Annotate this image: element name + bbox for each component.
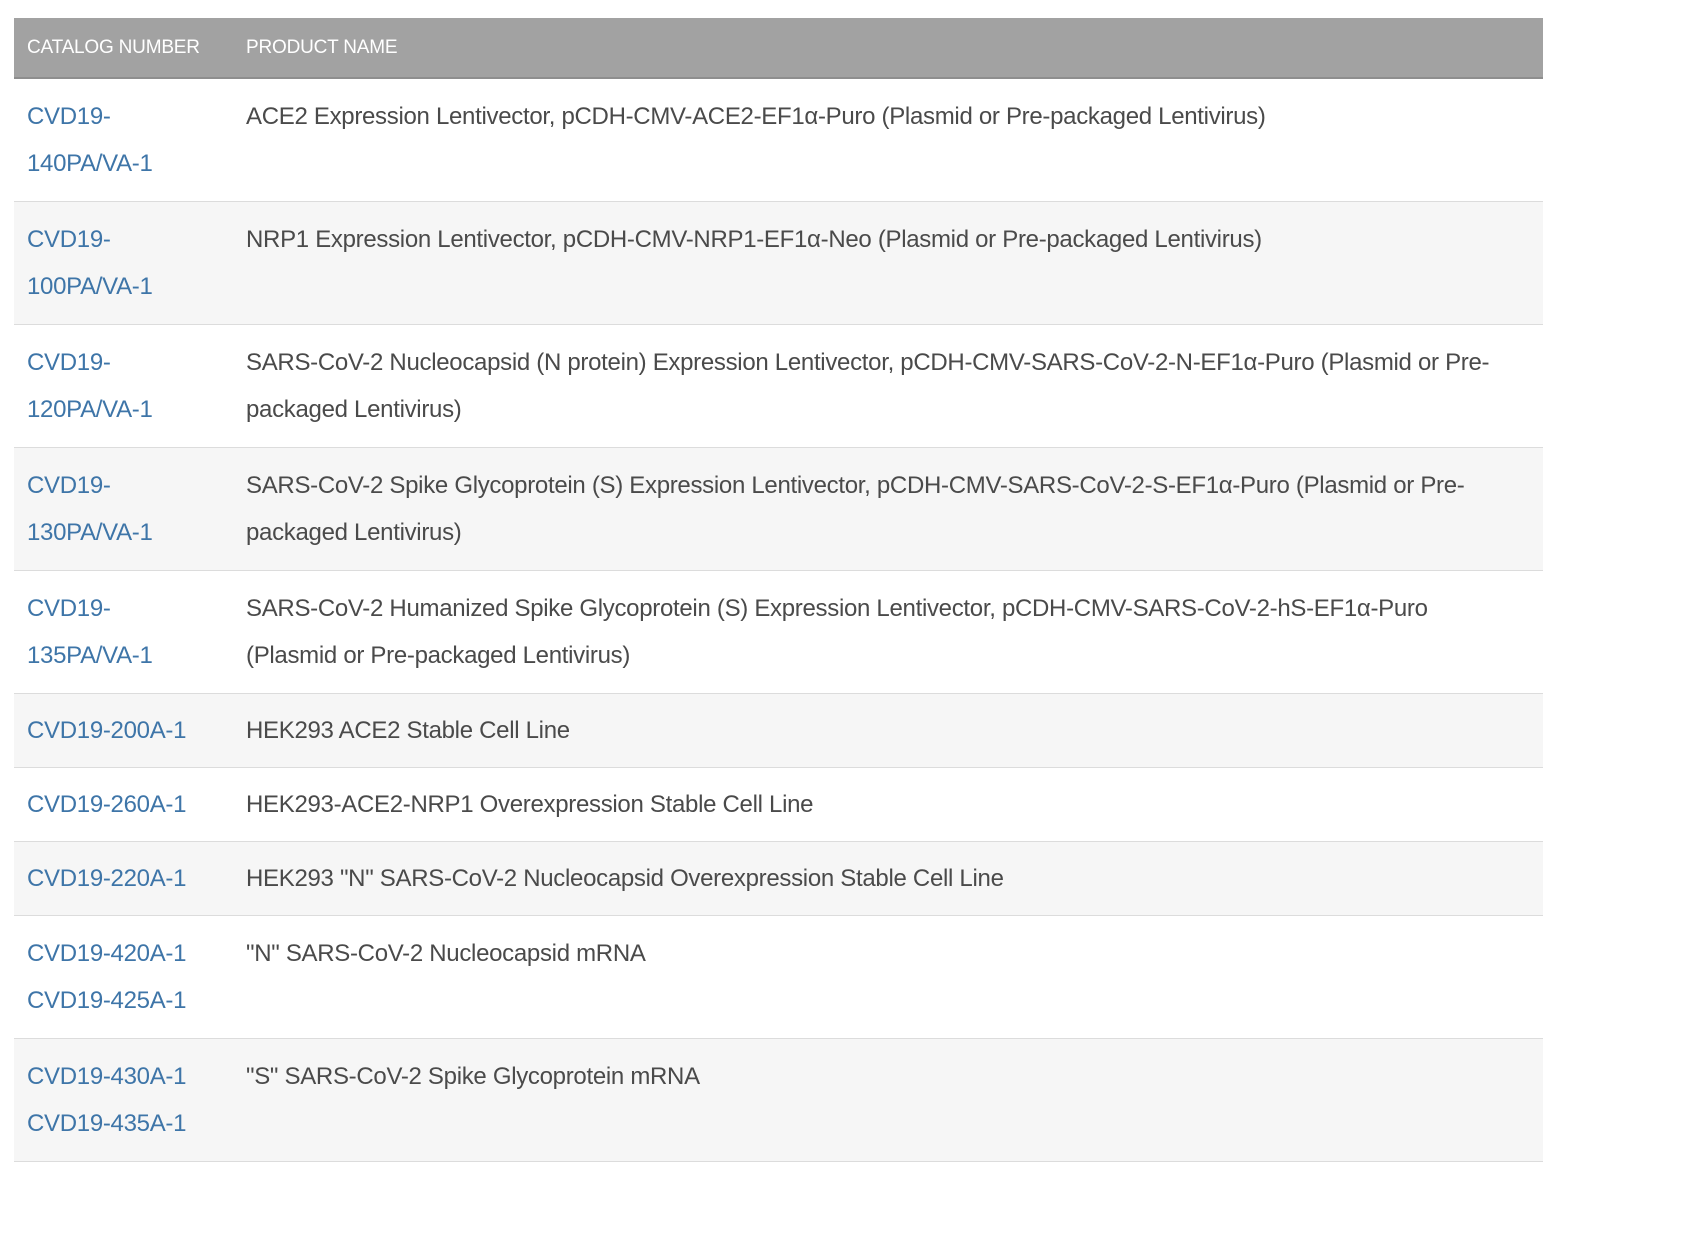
product-name-cell: ACE2 Expression Lentivector, pCDH-CMV-AC… [233, 78, 1543, 202]
table-row: CVD19-430A-1 CVD19-435A-1 "S" SARS-CoV-2… [14, 1038, 1543, 1162]
table-header: CATALOG NUMBER PRODUCT NAME [14, 18, 1543, 79]
catalog-link[interactable]: CVD19-140PA/VA-1 [27, 93, 203, 187]
catalog-link[interactable]: CVD19-130PA/VA-1 [27, 462, 203, 556]
catalog-link[interactable]: CVD19-435A-1 [27, 1100, 203, 1147]
catalog-link[interactable]: CVD19-220A-1 [27, 855, 203, 902]
catalog-link[interactable]: CVD19-420A-1 [27, 930, 203, 977]
catalog-link[interactable]: CVD19-430A-1 [27, 1053, 203, 1100]
product-name-cell: SARS-CoV-2 Spike Glycoprotein (S) Expres… [233, 447, 1543, 571]
header-catalog-number: CATALOG NUMBER [14, 18, 233, 79]
product-table-container: CATALOG NUMBER PRODUCT NAME CVD19-140PA/… [14, 18, 1543, 1162]
table-row: CVD19-420A-1 CVD19-425A-1 "N" SARS-CoV-2… [14, 915, 1543, 1039]
catalog-cell: CVD19-430A-1 CVD19-435A-1 [14, 1038, 233, 1162]
catalog-cell: CVD19-130PA/VA-1 [14, 447, 233, 571]
catalog-link[interactable]: CVD19-200A-1 [27, 707, 203, 754]
product-name-cell: "S" SARS-CoV-2 Spike Glycoprotein mRNA [233, 1038, 1543, 1162]
product-name-cell: HEK293 "N" SARS-CoV-2 Nucleocapsid Overe… [233, 841, 1543, 916]
catalog-cell: CVD19-120PA/VA-1 [14, 324, 233, 448]
table-row: CVD19-120PA/VA-1 SARS-CoV-2 Nucleocapsid… [14, 324, 1543, 448]
catalog-link[interactable]: CVD19-100PA/VA-1 [27, 216, 203, 310]
product-table: CATALOG NUMBER PRODUCT NAME CVD19-140PA/… [14, 18, 1543, 1162]
table-row: CVD19-100PA/VA-1 NRP1 Expression Lentive… [14, 201, 1543, 325]
table-row: CVD19-220A-1 HEK293 "N" SARS-CoV-2 Nucle… [14, 841, 1543, 916]
product-name-cell: HEK293 ACE2 Stable Cell Line [233, 693, 1543, 768]
product-name-cell: HEK293-ACE2-NRP1 Overexpression Stable C… [233, 767, 1543, 842]
table-row: CVD19-260A-1 HEK293-ACE2-NRP1 Overexpres… [14, 767, 1543, 842]
product-name-cell: NRP1 Expression Lentivector, pCDH-CMV-NR… [233, 201, 1543, 325]
table-row: CVD19-200A-1 HEK293 ACE2 Stable Cell Lin… [14, 693, 1543, 768]
catalog-link[interactable]: CVD19-135PA/VA-1 [27, 585, 203, 679]
catalog-cell: CVD19-135PA/VA-1 [14, 570, 233, 694]
catalog-link[interactable]: CVD19-425A-1 [27, 977, 203, 1024]
catalog-cell: CVD19-220A-1 [14, 841, 233, 916]
table-row: CVD19-135PA/VA-1 SARS-CoV-2 Humanized Sp… [14, 570, 1543, 694]
catalog-cell: CVD19-420A-1 CVD19-425A-1 [14, 915, 233, 1039]
table-body: CVD19-140PA/VA-1 ACE2 Expression Lentive… [14, 78, 1543, 1162]
catalog-cell: CVD19-260A-1 [14, 767, 233, 842]
header-row: CATALOG NUMBER PRODUCT NAME [14, 18, 1543, 79]
product-name-cell: "N" SARS-CoV-2 Nucleocapsid mRNA [233, 915, 1543, 1039]
catalog-cell: CVD19-140PA/VA-1 [14, 78, 233, 202]
table-row: CVD19-130PA/VA-1 SARS-CoV-2 Spike Glycop… [14, 447, 1543, 571]
product-name-cell: SARS-CoV-2 Nucleocapsid (N protein) Expr… [233, 324, 1543, 448]
catalog-cell: CVD19-100PA/VA-1 [14, 201, 233, 325]
catalog-link[interactable]: CVD19-260A-1 [27, 781, 203, 828]
header-product-name: PRODUCT NAME [233, 18, 1543, 79]
catalog-cell: CVD19-200A-1 [14, 693, 233, 768]
product-name-cell: SARS-CoV-2 Humanized Spike Glycoprotein … [233, 570, 1543, 694]
table-row: CVD19-140PA/VA-1 ACE2 Expression Lentive… [14, 78, 1543, 202]
catalog-link[interactable]: CVD19-120PA/VA-1 [27, 339, 203, 433]
